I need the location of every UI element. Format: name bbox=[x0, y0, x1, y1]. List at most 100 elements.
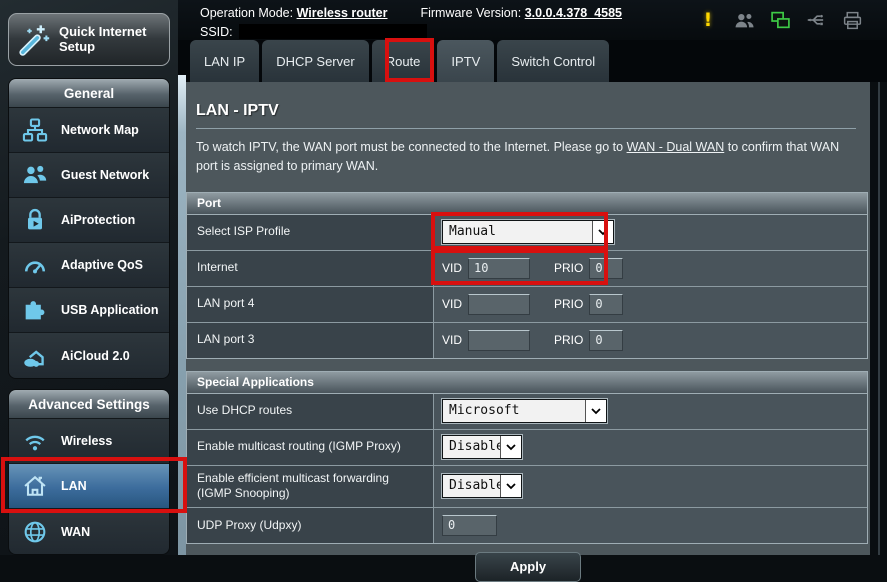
lan-port-4-vid-input[interactable] bbox=[468, 294, 530, 315]
page-description: To watch IPTV, the WAN port must be conn… bbox=[196, 138, 854, 177]
sidebar-item-adaptive-qos[interactable]: Adaptive QoS bbox=[9, 243, 169, 288]
quick-internet-setup-button[interactable]: Quick Internet Setup bbox=[8, 13, 170, 66]
dhcp-routes-select[interactable]: Microsoft bbox=[442, 399, 607, 423]
wan-globe-icon bbox=[18, 518, 52, 546]
banner-status-line: Operation Mode: Wireless router Firmware… bbox=[200, 6, 622, 20]
content-edge-strip bbox=[178, 75, 186, 555]
table-row-use-dhcp-routes: Use DHCP routes Microsoft bbox=[187, 394, 867, 430]
chevron-down-icon bbox=[500, 475, 521, 497]
sidebar-section-advanced-settings: Advanced Settings Wireless LAN bbox=[8, 389, 170, 555]
sidebar-section-general: General Network Map bbox=[8, 78, 170, 379]
prio-label: PRIO bbox=[554, 297, 583, 311]
wan-dual-wan-link[interactable]: WAN - Dual WAN bbox=[627, 140, 725, 154]
sidebar-item-guest-network[interactable]: Guest Network bbox=[9, 153, 169, 198]
internet-vid-input[interactable] bbox=[468, 258, 530, 279]
sidebar-header-advanced-settings: Advanced Settings bbox=[9, 390, 169, 419]
table-row-igmp-proxy: Enable multicast routing (IGMP Proxy) Di… bbox=[187, 430, 867, 466]
prio-label: PRIO bbox=[554, 261, 583, 275]
table-row-igmp-snooping: Enable efficient multicast forwarding (I… bbox=[187, 466, 867, 508]
tab-lan-ip[interactable]: LAN IP bbox=[190, 40, 259, 82]
sidebar-item-label: Guest Network bbox=[61, 168, 149, 182]
udp-proxy-input[interactable] bbox=[442, 515, 497, 536]
sidebar-item-wan[interactable]: WAN bbox=[9, 509, 169, 554]
lan-port-4-prio-input[interactable] bbox=[589, 294, 623, 315]
igmp-snooping-selected-value: Disable bbox=[443, 475, 500, 497]
top-banner: Operation Mode: Wireless router Firmware… bbox=[178, 0, 887, 40]
sidebar-header-general: General bbox=[9, 79, 169, 108]
sidebar-item-lan[interactable]: LAN bbox=[9, 464, 169, 509]
sidebar-item-aicloud[interactable]: AiCloud 2.0 bbox=[9, 333, 169, 378]
special-applications-table: Special Applications Use DHCP routes Mic… bbox=[186, 371, 868, 544]
page-title: LAN - IPTV bbox=[196, 102, 856, 120]
port-table-header: Port bbox=[187, 193, 867, 215]
row-label: Internet bbox=[187, 251, 434, 286]
sidebar-item-label: Network Map bbox=[61, 123, 139, 137]
port-table: Port Select ISP Profile Manual Internet … bbox=[186, 192, 868, 359]
special-applications-header: Special Applications bbox=[187, 372, 867, 394]
chevron-down-icon bbox=[592, 221, 613, 243]
aicloud-icon bbox=[18, 342, 52, 370]
row-label: UDP Proxy (Udpxy) bbox=[187, 508, 434, 543]
table-row-udp-proxy: UDP Proxy (Udpxy) bbox=[187, 508, 867, 543]
usb-icon[interactable] bbox=[805, 9, 827, 31]
row-label: Enable efficient multicast forwarding (I… bbox=[187, 466, 434, 507]
guest-network-icon bbox=[18, 161, 52, 189]
apply-button[interactable]: Apply bbox=[475, 552, 581, 582]
title-divider bbox=[196, 128, 856, 129]
lan-home-icon bbox=[18, 472, 52, 500]
usb-application-icon bbox=[18, 296, 52, 324]
table-row-select-isp-profile: Select ISP Profile Manual bbox=[187, 215, 867, 251]
vid-label: VID bbox=[442, 333, 462, 347]
sidebar: Quick Internet Setup General Network Map bbox=[0, 0, 178, 555]
operation-mode-label: Operation Mode: bbox=[200, 6, 293, 20]
sidebar-item-label: USB Application bbox=[61, 303, 158, 317]
row-label: LAN port 3 bbox=[187, 323, 434, 358]
isp-profile-select[interactable]: Manual bbox=[442, 220, 614, 244]
internet-prio-input[interactable] bbox=[589, 258, 623, 279]
sidebar-item-label: AiProtection bbox=[61, 213, 135, 227]
sidebar-item-wireless[interactable]: Wireless bbox=[9, 419, 169, 464]
chevron-down-icon bbox=[500, 436, 521, 458]
wireless-icon bbox=[18, 427, 52, 455]
tab-bar: LAN IP DHCP Server Route IPTV Switch Con… bbox=[178, 40, 887, 82]
tab-dhcp-server[interactable]: DHCP Server bbox=[262, 40, 369, 82]
ssid-label: SSID: bbox=[200, 25, 233, 39]
igmp-snooping-select[interactable]: Disable bbox=[442, 474, 522, 498]
firmware-version-link[interactable]: 3.0.0.4.378_4585 bbox=[525, 6, 622, 20]
vid-label: VID bbox=[442, 261, 462, 275]
row-label: LAN port 4 bbox=[187, 287, 434, 322]
table-row-internet: Internet VID PRIO bbox=[187, 251, 867, 287]
sidebar-item-usb-application[interactable]: USB Application bbox=[9, 288, 169, 333]
sidebar-item-label: WAN bbox=[61, 525, 90, 539]
sidebar-item-aiprotection[interactable]: AiProtection bbox=[9, 198, 169, 243]
igmp-proxy-select[interactable]: Disable bbox=[442, 435, 522, 459]
adaptive-qos-icon bbox=[18, 251, 52, 279]
clients-icon[interactable] bbox=[733, 9, 755, 31]
ssid-line: SSID: bbox=[200, 24, 427, 39]
quick-internet-setup-label: Quick Internet Setup bbox=[59, 25, 162, 55]
sidebar-item-network-map[interactable]: Network Map bbox=[9, 108, 169, 153]
sidebar-item-label: AiCloud 2.0 bbox=[61, 349, 130, 363]
tab-switch-control[interactable]: Switch Control bbox=[497, 40, 609, 82]
prio-label: PRIO bbox=[554, 333, 583, 347]
lan-port-3-prio-input[interactable] bbox=[589, 330, 623, 351]
printer-icon[interactable] bbox=[841, 9, 863, 31]
banner-icons: ! bbox=[697, 9, 863, 31]
row-label: Use DHCP routes bbox=[187, 394, 434, 429]
network-devices-icon[interactable] bbox=[769, 9, 791, 31]
network-map-icon bbox=[18, 116, 52, 144]
ssid-redacted-value bbox=[239, 24, 427, 39]
tab-iptv[interactable]: IPTV bbox=[437, 40, 494, 82]
tab-route[interactable]: Route bbox=[372, 40, 435, 82]
lan-port-3-vid-input[interactable] bbox=[468, 330, 530, 351]
row-label: Select ISP Profile bbox=[187, 215, 434, 250]
vid-label: VID bbox=[442, 297, 462, 311]
dhcp-routes-selected-value: Microsoft bbox=[443, 400, 585, 422]
main-content: LAN - IPTV To watch IPTV, the WAN port m… bbox=[186, 82, 870, 555]
firmware-alert-icon[interactable]: ! bbox=[697, 9, 719, 31]
firmware-version-label: Firmware Version: bbox=[420, 6, 521, 20]
sidebar-item-label: Adaptive QoS bbox=[61, 258, 143, 272]
table-row-lan-port-4: LAN port 4 VID PRIO bbox=[187, 287, 867, 323]
isp-profile-selected-value: Manual bbox=[443, 221, 592, 243]
operation-mode-link[interactable]: Wireless router bbox=[297, 6, 388, 20]
